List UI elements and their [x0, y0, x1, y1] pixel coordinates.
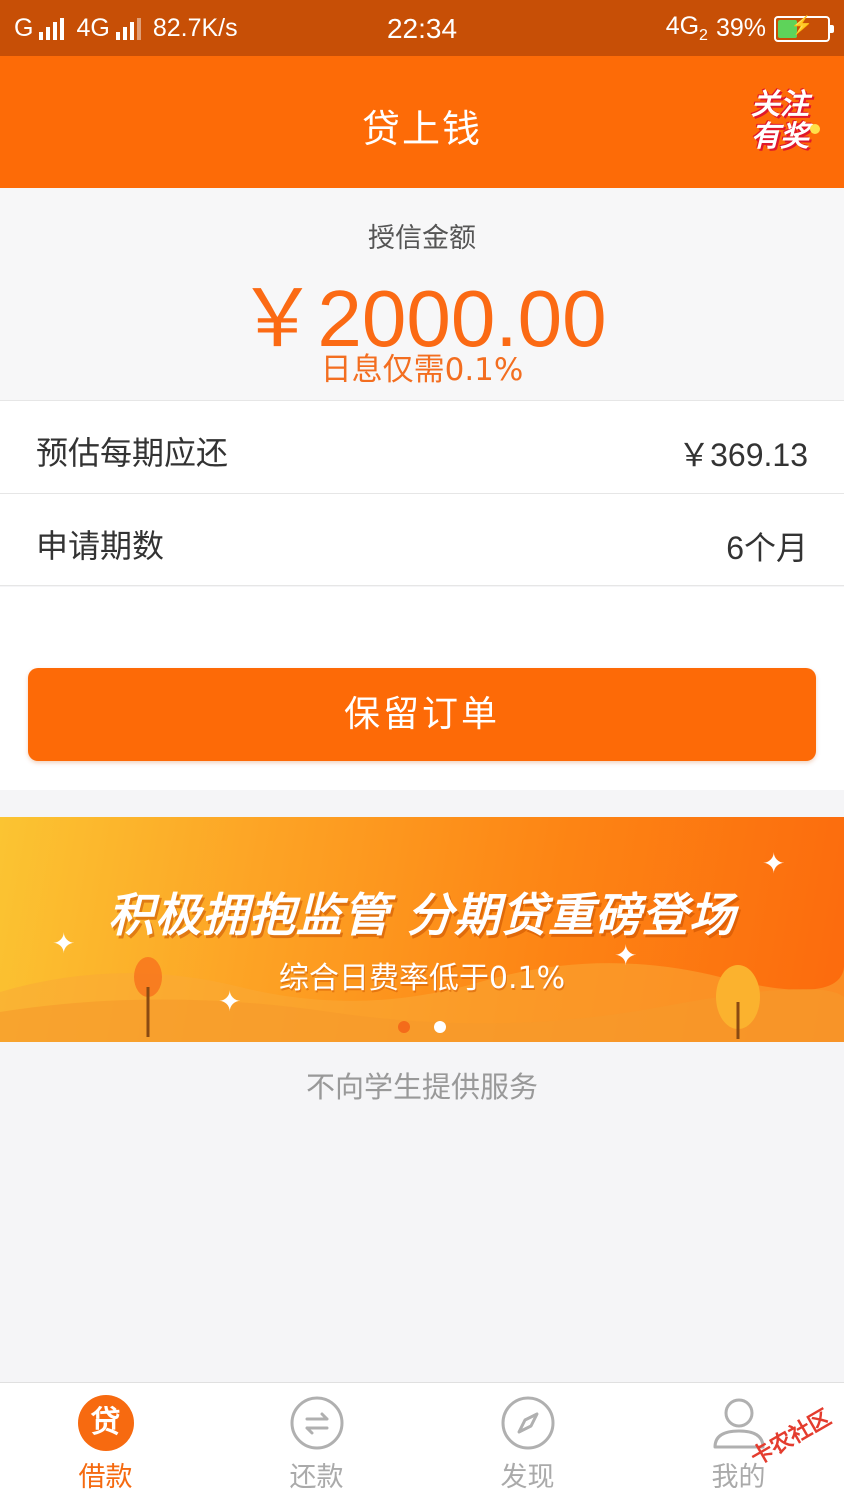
battery-icon: ⚡ [774, 14, 834, 42]
follow-reward-button[interactable]: 关注有奖 [740, 88, 820, 160]
tab-repay-label: 还款 [289, 1462, 344, 1493]
tab-loan[interactable]: 贷 借款 [0, 1383, 211, 1500]
compass-icon [501, 1396, 554, 1450]
follow-reward-label: 关注有奖 [750, 87, 809, 153]
sparkle-icon: ✦ [762, 847, 786, 880]
tab-repay[interactable]: 还款 [211, 1383, 422, 1500]
repayment-estimate-row: 预估每期应还 ￥369.13 [0, 400, 844, 493]
tab-loan-label: 借款 [78, 1462, 133, 1493]
tab-mine-label: 我的 [711, 1462, 766, 1493]
term-row[interactable]: 申请期数 6个月 [0, 493, 844, 586]
status-bar: G 4G 82.7K/s 22:34 4G2 39% ⚡ [0, 0, 844, 56]
battery-percent: 39% [715, 14, 766, 42]
action-area: 保留订单 [0, 587, 844, 790]
term-value: 6个月 [726, 530, 808, 566]
promo-banner[interactable]: ✦ ✦ ✦ ✦ 积极拥抱监管 分期贷重磅登场 综合日费率低于0.1% [0, 817, 844, 1042]
tab-discover[interactable]: 发现 [422, 1383, 633, 1500]
charging-icon: ⚡ [790, 14, 814, 35]
repayment-estimate-value: ￥369.13 [678, 437, 808, 473]
bottom-tab-bar: 贷 借款 还款 发现 我的 [0, 1382, 844, 1500]
banner-subline: 综合日费率低于0.1% [278, 961, 566, 996]
credit-summary: 授信金额 ￥2000.00 日息仅需0.1% [0, 188, 844, 400]
repay-icon [290, 1396, 343, 1450]
app-title: 贷上钱 [361, 107, 482, 151]
carousel-dot-active [434, 1021, 446, 1033]
daily-rate: 日息仅需0.1% [320, 352, 524, 388]
term-label: 申请期数 [36, 527, 165, 565]
decorative-dot [810, 124, 820, 134]
repayment-estimate-label: 预估每期应还 [36, 434, 229, 472]
carousel-indicator [0, 1021, 844, 1033]
app-header: 贷上钱 关注有奖 [0, 56, 844, 188]
keep-order-button[interactable]: 保留订单 [28, 668, 816, 761]
loan-icon: 贷 [77, 1395, 134, 1451]
credit-label: 授信金额 [368, 223, 476, 254]
student-notice: 不向学生提供服务 [305, 1070, 538, 1104]
carousel-dot [398, 1021, 410, 1033]
network-right-label: 4G2 [665, 12, 708, 44]
tab-discover-label: 发现 [500, 1462, 555, 1493]
banner-headline: 积极拥抱监管 分期贷重磅登场 [107, 888, 736, 942]
